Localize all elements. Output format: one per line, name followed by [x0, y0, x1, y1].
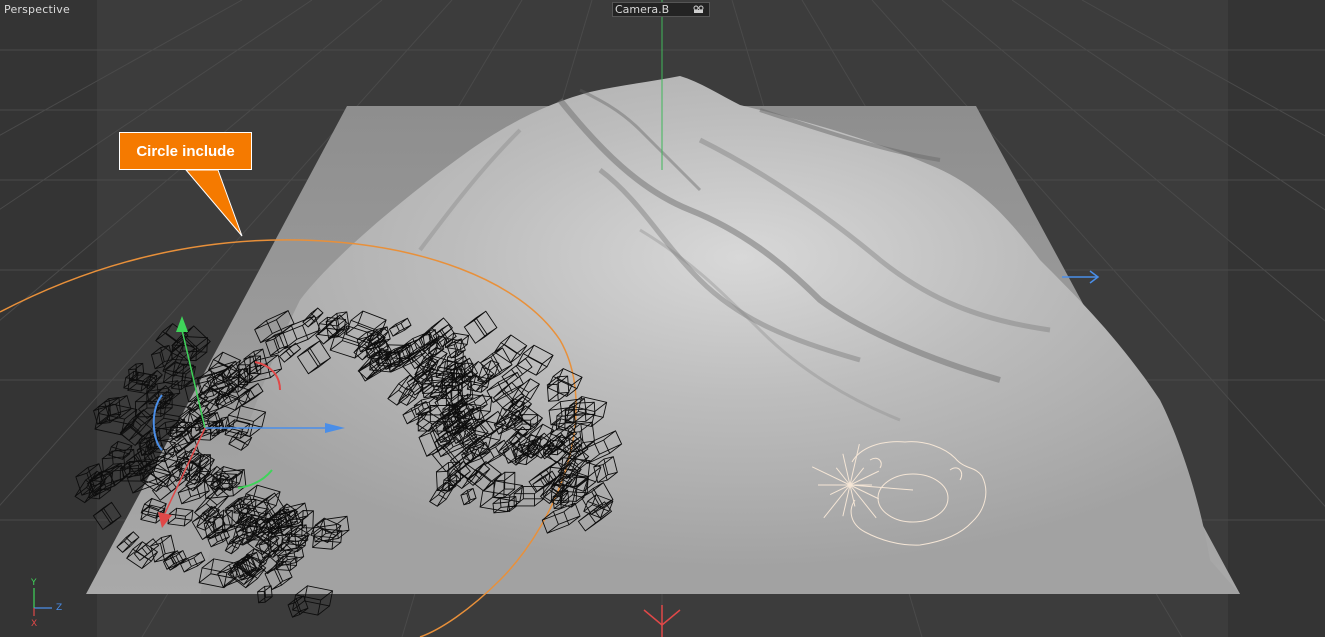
3d-viewport[interactable]: Y Z X Perspective Camera.B Circle includ… — [0, 0, 1325, 637]
camera-selector[interactable]: Camera.B — [612, 2, 710, 17]
view-name-label[interactable]: Perspective — [4, 3, 70, 16]
scene-canvas[interactable]: Y Z X — [0, 0, 1325, 637]
axis-label-x: X — [31, 619, 37, 629]
world-x-axis-arrow — [643, 605, 681, 637]
cube-clone — [92, 501, 122, 531]
camera-name: Camera.B — [615, 3, 670, 16]
callout-text: Circle include — [136, 142, 235, 160]
camera-icon[interactable] — [693, 5, 705, 14]
axis-label-y: Y — [30, 578, 37, 588]
viewport-left-margin — [0, 0, 97, 637]
gizmo-y-handle[interactable] — [176, 316, 188, 332]
viewport-right-margin — [1228, 0, 1325, 637]
axis-label-z: Z — [56, 603, 62, 613]
annotation-callout: Circle include — [119, 132, 252, 170]
